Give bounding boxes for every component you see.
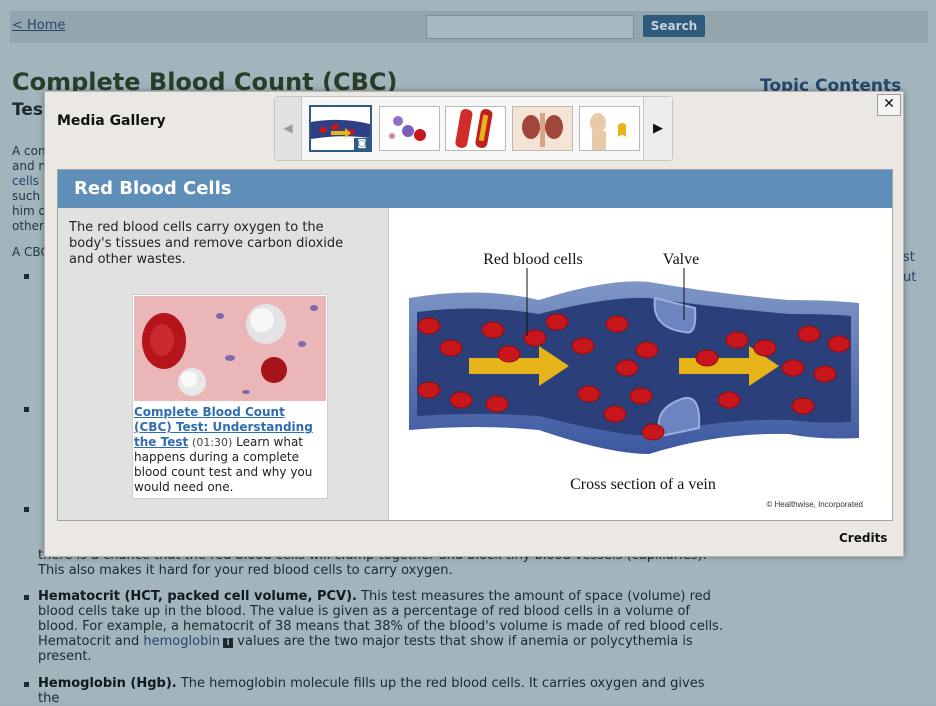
thumbnail-rbc[interactable]: ◙ [309, 105, 372, 152]
label-red-blood-cells: Red blood cells [483, 251, 583, 268]
search-button[interactable]: Search [643, 15, 705, 37]
info-icon[interactable]: i [223, 638, 234, 648]
bullet [24, 595, 29, 600]
diagram-caption: Cross section of a vein [570, 476, 716, 493]
video-caption: Complete Blood Count (CBC) Test: Underst… [134, 405, 324, 495]
description-column: The red blood cells carry oxygen to the … [58, 208, 389, 520]
media-gallery-modal: Media Gallery ✕ ◀ ◙ ▶ Red Blood Cells Th… [44, 91, 904, 557]
top-bar: < Home Search [10, 11, 928, 43]
camera-icon: ◙ [354, 138, 370, 150]
bullet [24, 407, 29, 412]
media-panel: Red Blood Cells The red blood cells carr… [57, 169, 893, 521]
panel-header: Red Blood Cells [58, 170, 892, 208]
video-card[interactable]: Complete Blood Count (CBC) Test: Underst… [132, 294, 328, 499]
bullet [24, 682, 29, 687]
search-input[interactable] [426, 15, 634, 39]
home-link[interactable]: < Home [12, 18, 65, 33]
thumbnail-strip: ◀ ◙ ▶ [274, 96, 673, 161]
video-duration: (01:30) [192, 436, 233, 449]
chevron-left-icon[interactable]: ◀ [275, 97, 302, 160]
thumbnail-kidneys[interactable] [512, 106, 573, 151]
hemoglobin-term: Hemoglobin (Hgb). [38, 676, 177, 691]
hemoglobin-link[interactable]: hemoglobin [143, 634, 220, 649]
bullet [24, 274, 29, 279]
thumbnail-artery[interactable] [445, 106, 506, 151]
video-thumbnail[interactable] [134, 296, 326, 401]
text-fragment: and n [12, 159, 46, 173]
text-fragment: him o [12, 204, 46, 218]
description-text: The red blood cells carry oxygen to the … [69, 220, 344, 267]
section-title: Red Blood Cells [74, 178, 232, 199]
page-subtitle: Tes [12, 100, 43, 120]
close-icon: ✕ [883, 96, 895, 112]
vein-diagram: Red blood cells Valve Cross section of a… [389, 208, 892, 520]
thumbnail-blood-cells[interactable] [379, 106, 440, 151]
label-valve: Valve [663, 251, 699, 268]
modal-title: Media Gallery [57, 113, 166, 129]
text-fragment: such [12, 189, 41, 203]
chevron-right-icon[interactable]: ▶ [643, 97, 672, 160]
hematocrit-paragraph: Hematocrit (HCT, packed cell volume, PCV… [38, 589, 728, 664]
text-fragment: other [12, 219, 44, 233]
vein-illustration: Red blood cells Valve Cross section of a… [389, 208, 892, 520]
credits-link[interactable]: Credits [839, 531, 887, 545]
thumbnail-thyroid[interactable] [579, 106, 640, 151]
hematocrit-term: Hematocrit (HCT, packed cell volume, PCV… [38, 589, 357, 604]
bullet [24, 507, 29, 512]
diagram-copyright: © Healthwise, Incorporated [766, 500, 863, 509]
close-button[interactable]: ✕ [877, 94, 901, 116]
text-fragment[interactable]: cells [12, 174, 39, 188]
